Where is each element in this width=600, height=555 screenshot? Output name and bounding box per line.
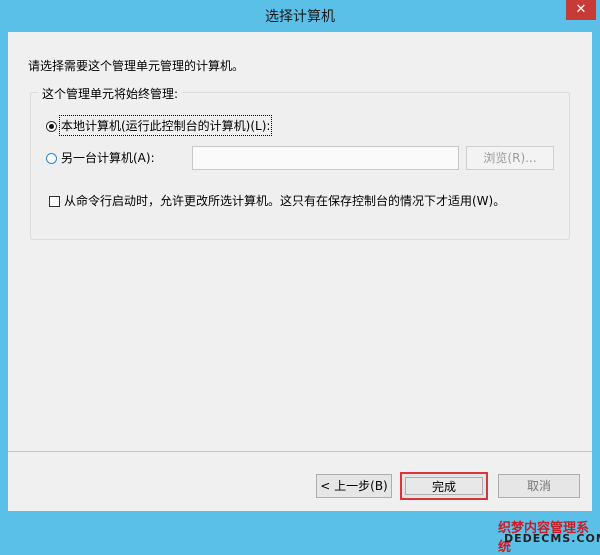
finish-button-label: 完成 bbox=[405, 477, 483, 495]
title-bar: 选择计算机 ✕ bbox=[0, 0, 600, 32]
dialog-title: 选择计算机 bbox=[265, 9, 335, 25]
browse-button[interactable]: 浏览(R)... bbox=[466, 146, 554, 170]
footer-separator bbox=[8, 451, 592, 452]
local-computer-radio[interactable] bbox=[46, 121, 57, 132]
radio-selected-dot bbox=[49, 124, 54, 129]
computer-name-input[interactable] bbox=[192, 146, 459, 170]
back-button[interactable]: < 上一步(B) bbox=[316, 474, 392, 498]
finish-button[interactable]: 完成 bbox=[400, 472, 488, 500]
close-icon: ✕ bbox=[575, 2, 587, 17]
instruction-text: 请选择需要这个管理单元管理的计算机。 bbox=[28, 59, 245, 73]
allow-change-checkbox[interactable] bbox=[49, 196, 60, 207]
local-computer-label[interactable]: 本地计算机(运行此控制台的计算机)(L): bbox=[58, 115, 273, 136]
cancel-button[interactable]: 取消 bbox=[498, 474, 580, 498]
watermark-url: DEDECMS.COM bbox=[504, 532, 600, 545]
dialog-body: 请选择需要这个管理单元管理的计算机。 这个管理单元将始终管理: 本地计算机(运行… bbox=[8, 32, 600, 555]
other-computer-label[interactable]: 另一台计算机(A): bbox=[61, 149, 155, 166]
close-button[interactable]: ✕ bbox=[566, 0, 596, 20]
other-computer-radio[interactable] bbox=[46, 153, 57, 164]
allow-change-label[interactable]: 从命令行启动时，允许更改所选计算机。这只有在保存控制台的情况下才适用(W)。 bbox=[64, 192, 505, 209]
group-label: 这个管理单元将始终管理: bbox=[38, 85, 183, 102]
